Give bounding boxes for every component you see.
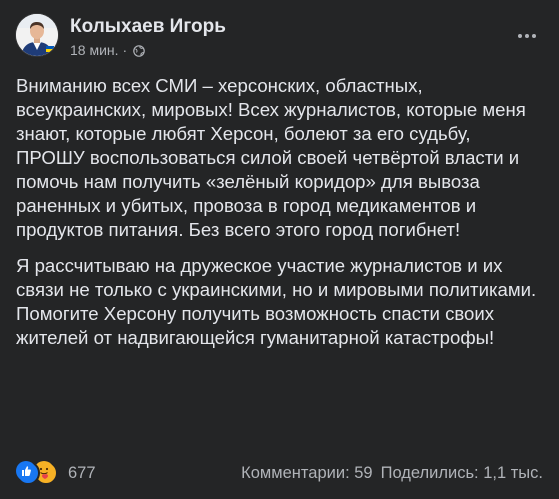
meta-separator: · (122, 42, 128, 58)
more-options-icon (518, 34, 536, 38)
author-name[interactable]: Колыхаев Игорь (70, 16, 226, 38)
reaction-count: 677 (68, 463, 96, 482)
post-footer: 677 Комментарии: 59 Поделились: 1,1 тыс. (16, 460, 543, 486)
avatar-photo (16, 14, 58, 56)
like-reaction-icon (16, 461, 40, 485)
comments-count-link[interactable]: Комментарии: 59 (241, 464, 372, 483)
post-timestamp[interactable]: 18 мин. (70, 42, 119, 58)
post-meta: 18 мин. · (70, 42, 146, 58)
post-header: Колыхаев Игорь 18 мин. · (16, 12, 543, 60)
post-card: Колыхаев Игорь 18 мин. · Вниманию всех С… (0, 0, 559, 499)
reactions-summary[interactable]: 677 (16, 461, 96, 485)
globe-icon[interactable] (133, 44, 146, 57)
post-paragraph: Я рассчитываю на дружеское участие журна… (16, 255, 537, 348)
post-body: Вниманию всех СМИ – херсонских, областны… (16, 74, 541, 362)
post-paragraph: Вниманию всех СМИ – херсонских, областны… (16, 75, 526, 240)
more-options-button[interactable] (509, 18, 545, 54)
shares-count-link[interactable]: Поделились: 1,1 тыс. (381, 464, 543, 483)
author-avatar[interactable] (16, 14, 58, 56)
